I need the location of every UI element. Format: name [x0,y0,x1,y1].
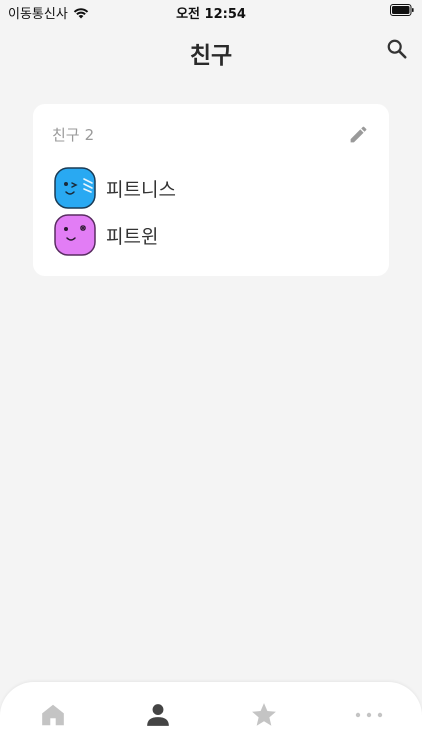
more-icon [355,712,383,718]
tab-favorites[interactable] [239,700,289,730]
friend-name: 피트니스 [106,178,176,201]
tab-more[interactable] [344,700,394,730]
tab-friends[interactable] [133,700,183,730]
page-title: 친구 [189,43,233,69]
tab-bar [0,682,422,750]
friend-count: 2 [84,126,95,144]
friend-name: 피트윈 [106,225,159,248]
search-icon[interactable] [386,38,408,60]
battery-icon [390,4,414,16]
friend-row-fitness[interactable]: 피트니스 [54,166,369,210]
status-time: 오전 12:54 [176,7,246,22]
blue-winking-face-avatar-icon [54,167,96,209]
section-label: 친구 [52,126,80,144]
status-bar: 이동통신사 오전 12:54 [0,0,422,22]
friend-row-fitwin[interactable]: 피트윈 [54,213,369,257]
friends-screen: 이동통신사 오전 12:54 친구 친구 2 피트니스 피트윈 [0,0,422,750]
friends-section-header: 친구 2 [52,124,94,145]
person-icon [147,704,169,726]
pink-winking-face-avatar-icon [54,214,96,256]
friends-card: 친구 2 피트니스 피트윈 [33,104,389,276]
star-icon [252,703,276,726]
header: 친구 [0,30,422,74]
home-icon [42,704,64,726]
friend-list: 피트니스 피트윈 [54,166,369,260]
tab-home[interactable] [28,700,78,730]
pencil-icon[interactable] [348,124,369,145]
